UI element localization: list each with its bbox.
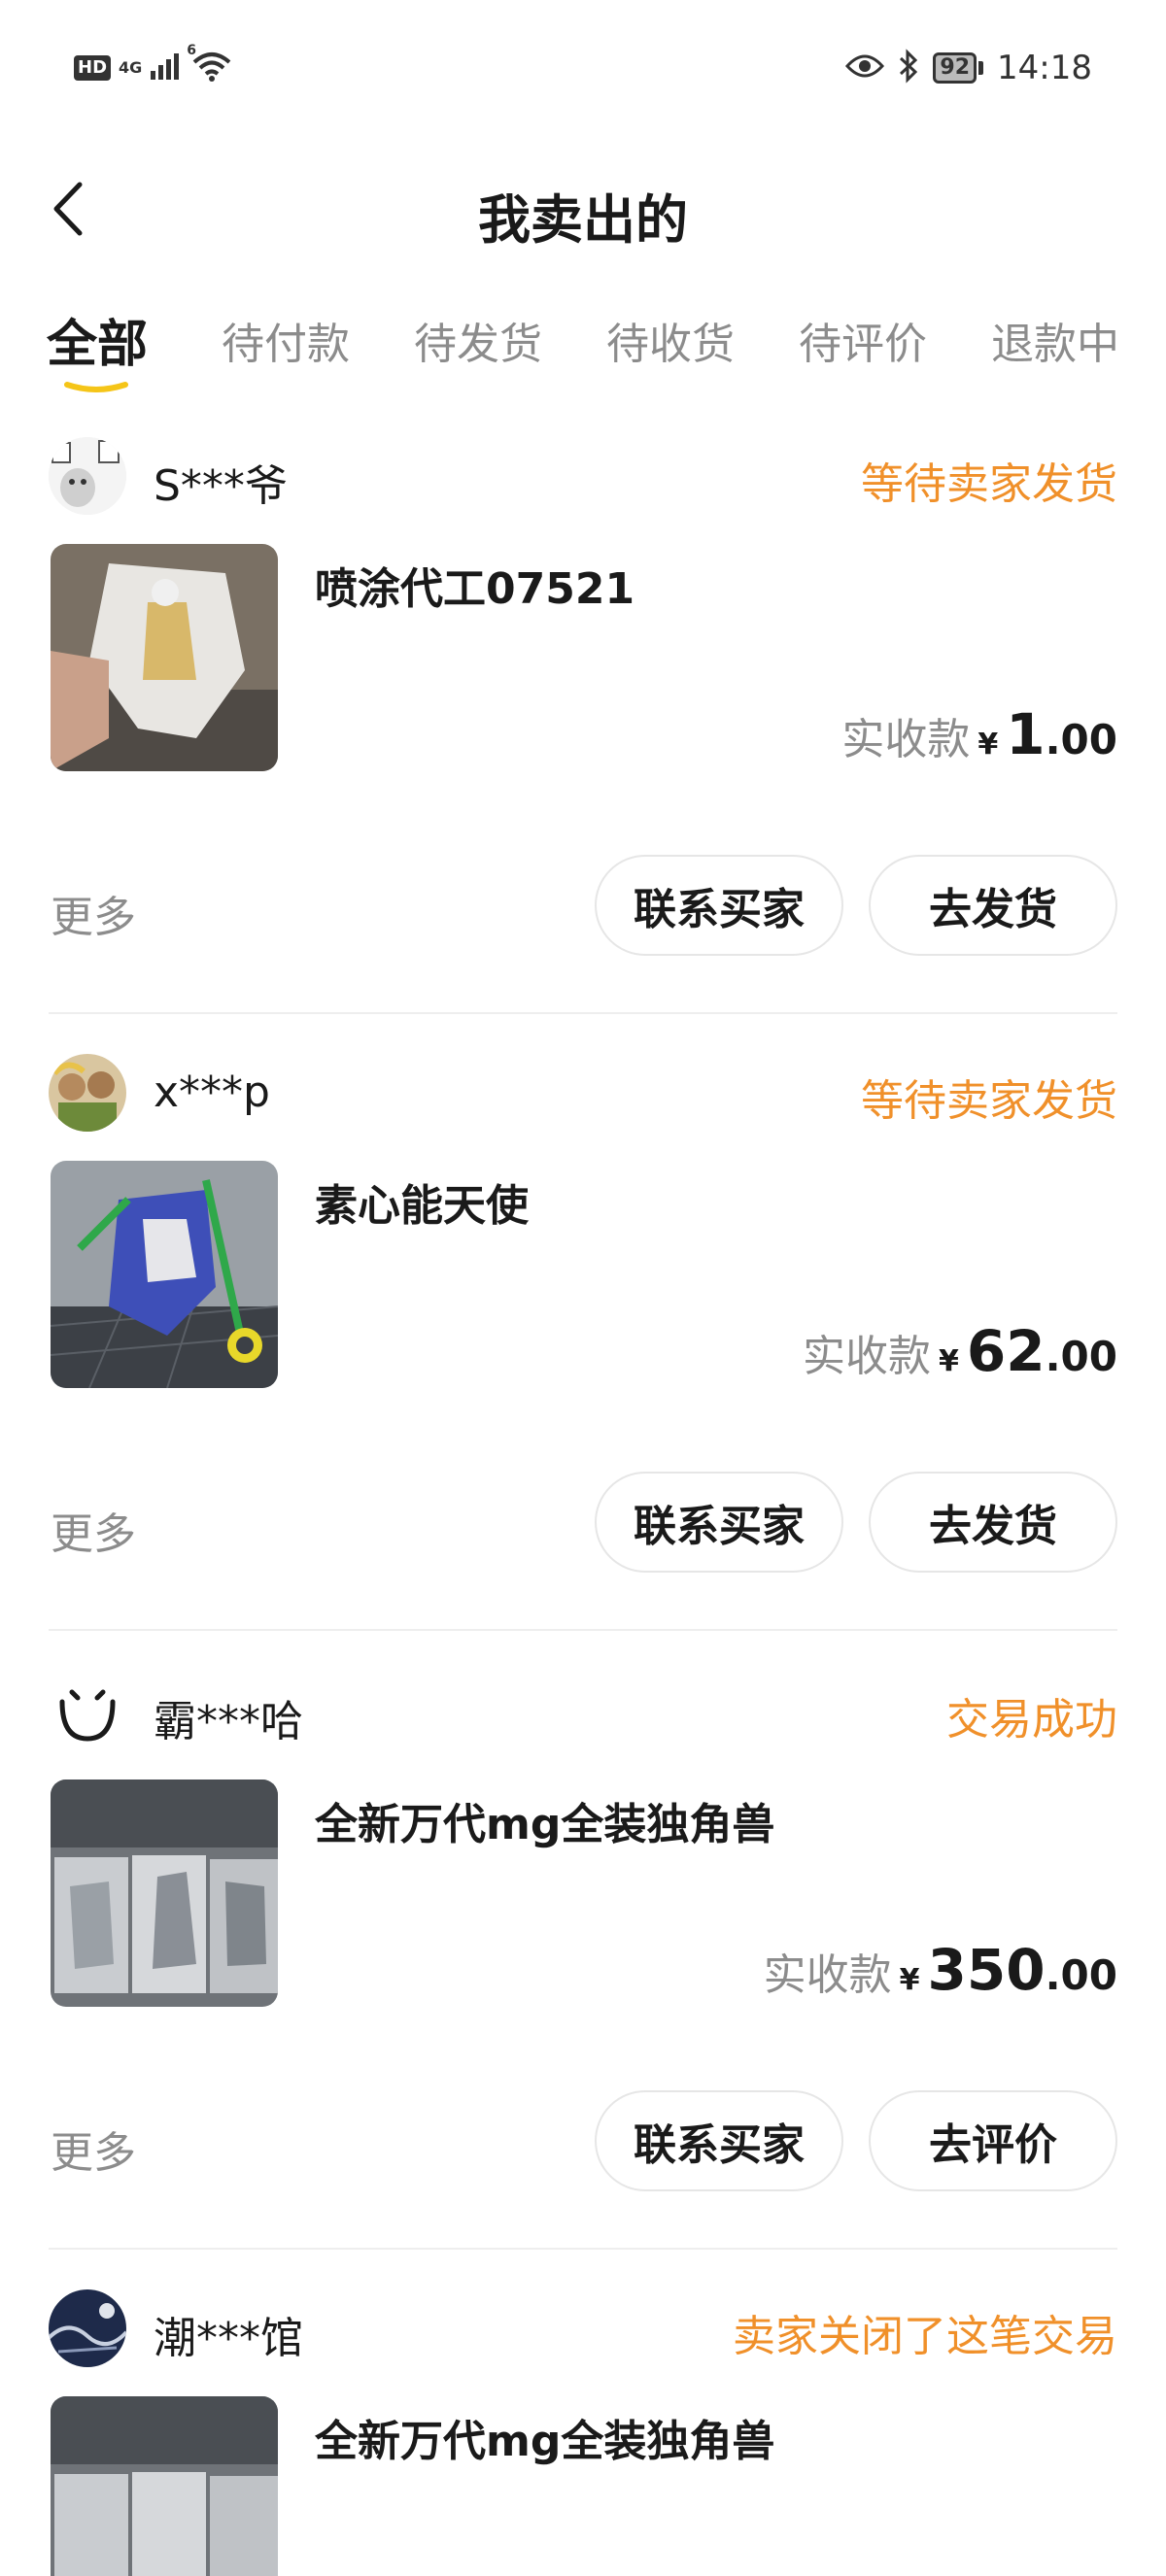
received-amount: 实收款 ¥ 62 .00 xyxy=(803,1318,1117,1384)
battery-indicator: 92 xyxy=(933,52,984,84)
contact-buyer-button[interactable]: 联系买家 xyxy=(595,1472,843,1573)
hd-badge: HD xyxy=(74,55,112,81)
ship-button[interactable]: 去发货 xyxy=(869,855,1117,956)
status-right: 92 14:18 xyxy=(845,49,1092,87)
review-button[interactable]: 去评价 xyxy=(869,2090,1117,2191)
order-header: 霸***哈 交易成功 xyxy=(49,1673,1117,1750)
order-status: 卖家关闭了这笔交易 xyxy=(733,2312,1117,2361)
price-integer: 350 xyxy=(927,1937,1046,2003)
order-status: 交易成功 xyxy=(946,1695,1117,1745)
more-link[interactable]: 更多 xyxy=(51,882,136,944)
buyer-name: 潮***馆 xyxy=(154,2314,303,2363)
order-header: x***p 等待卖家发货 xyxy=(49,1054,1117,1132)
buyer-name: S***爷 xyxy=(154,461,288,511)
order-header: 潮***馆 卖家关闭了这笔交易 xyxy=(49,2289,1117,2367)
network-type: 4G xyxy=(119,58,143,77)
tab-pending-receipt[interactable]: 待收货 xyxy=(606,309,735,371)
divider xyxy=(49,2248,1117,2250)
status-bar: HD 4G 6 92 14:18 xyxy=(0,0,1166,146)
wifi-icon: 6 xyxy=(187,43,233,85)
avatar[interactable] xyxy=(49,437,126,515)
signal-icon xyxy=(150,51,183,85)
tab-active-indicator xyxy=(64,382,128,392)
product-thumbnail[interactable] xyxy=(51,544,278,771)
product-title[interactable]: 喷涂代工07521 xyxy=(315,554,634,616)
price-label: 实收款 xyxy=(763,1950,892,2000)
price-decimal: .00 xyxy=(1045,1951,1117,1999)
price-label: 实收款 xyxy=(841,715,971,764)
product-title[interactable]: 全新万代mg全装独角兽 xyxy=(315,2406,774,2468)
product-title[interactable]: 全新万代mg全装独角兽 xyxy=(315,1789,774,1851)
more-link[interactable]: 更多 xyxy=(51,1499,136,1561)
product-thumbnail[interactable] xyxy=(51,1161,278,1388)
contact-buyer-button[interactable]: 联系买家 xyxy=(595,855,843,956)
nav-bar: 我卖出的 xyxy=(0,146,1166,272)
price-integer: 1 xyxy=(1006,701,1046,767)
currency-symbol: ¥ xyxy=(939,1344,959,1378)
contact-buyer-button[interactable]: 联系买家 xyxy=(595,2090,843,2191)
product-title[interactable]: 素心能天使 xyxy=(315,1170,529,1233)
avatar[interactable] xyxy=(49,1673,126,1750)
battery-tip xyxy=(978,61,984,75)
currency-symbol: ¥ xyxy=(899,1963,920,1997)
price-decimal: .00 xyxy=(1045,716,1117,763)
divider xyxy=(49,1012,1117,1014)
tab-all[interactable]: 全部 xyxy=(47,303,148,376)
divider xyxy=(49,1629,1117,1631)
product-thumbnail[interactable] xyxy=(51,2396,278,2576)
wifi-tag: 6 xyxy=(187,43,197,58)
tab-pending-shipment[interactable]: 待发货 xyxy=(414,309,542,371)
buyer-name: 霸***哈 xyxy=(154,1697,303,1746)
avatar[interactable] xyxy=(49,2289,126,2367)
price-decimal: .00 xyxy=(1045,1333,1117,1380)
tab-bar: 全部 待付款 待发货 待收货 待评价 退款中 xyxy=(0,291,1166,398)
tab-refunding[interactable]: 退款中 xyxy=(991,309,1119,371)
ship-button[interactable]: 去发货 xyxy=(869,1472,1117,1573)
currency-symbol: ¥ xyxy=(977,728,999,762)
price-label: 实收款 xyxy=(803,1332,931,1381)
order-header: S***爷 等待卖家发货 xyxy=(49,437,1117,515)
status-left: HD 4G 6 xyxy=(74,43,233,85)
clock: 14:18 xyxy=(997,49,1092,87)
price-integer: 62 xyxy=(966,1318,1046,1384)
avatar[interactable] xyxy=(49,1054,126,1132)
received-amount: 实收款 ¥ 350 .00 xyxy=(764,1937,1117,2003)
tab-pending-review[interactable]: 待评价 xyxy=(799,309,927,371)
buyer-name: x***p xyxy=(154,1068,270,1117)
product-thumbnail[interactable] xyxy=(51,1779,278,2007)
bluetooth-icon xyxy=(898,49,919,87)
more-link[interactable]: 更多 xyxy=(51,2118,136,2180)
page-title: 我卖出的 xyxy=(478,189,688,251)
order-status: 等待卖家发货 xyxy=(861,459,1117,509)
tab-pending-payment[interactable]: 待付款 xyxy=(222,309,350,371)
order-status: 等待卖家发货 xyxy=(861,1076,1117,1126)
eye-icon xyxy=(845,52,885,84)
received-amount: 实收款 ¥ 1 .00 xyxy=(841,701,1117,767)
battery-level: 92 xyxy=(933,52,977,84)
